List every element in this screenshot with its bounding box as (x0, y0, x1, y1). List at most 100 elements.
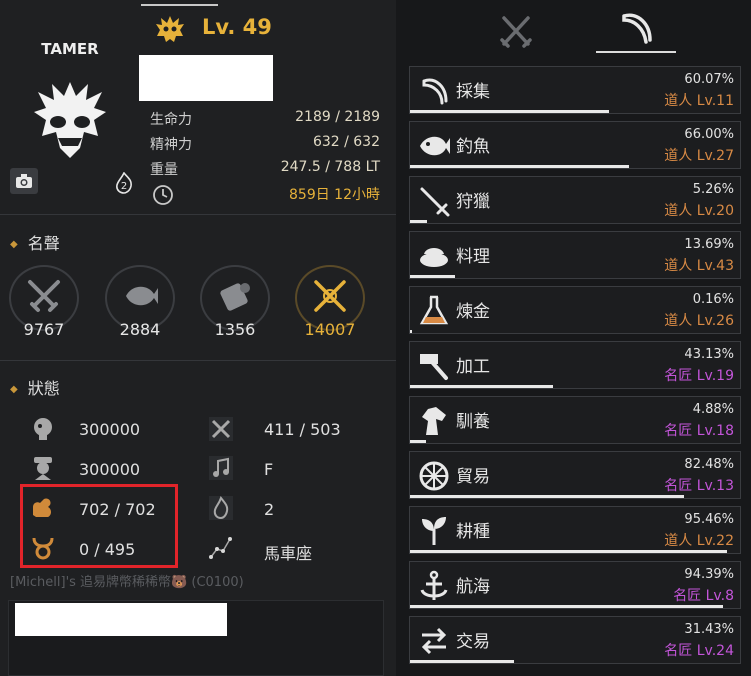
life-skill-progress-bar (410, 550, 727, 553)
fame-title: ◆ 名聲 (10, 234, 60, 253)
exchange-icon (421, 627, 447, 655)
tab-combat[interactable] (486, 8, 546, 54)
life-skill-progress-bar (410, 495, 684, 498)
music-note-icon (209, 456, 233, 480)
life-skill-row[interactable]: 釣魚 66.00% 道人 Lv.27 (409, 121, 741, 169)
life-skill-grade: 道人 Lv.11 (664, 93, 734, 109)
life-skill-row[interactable]: 加工 43.13% 名匠 Lv.19 (409, 341, 741, 389)
life-skill-progress-bar (410, 330, 412, 333)
life-skill-row[interactable]: 航海 94.39% 名匠 Lv.8 (409, 561, 741, 609)
flask-icon (419, 295, 449, 325)
sprout-icon (422, 517, 446, 545)
life-skill-percent: 66.00% (684, 127, 734, 142)
life-skill-percent: 82.48% (684, 457, 734, 472)
fish-icon (126, 286, 158, 306)
fame-total[interactable]: 14007 (290, 262, 370, 342)
status-tools-value: 411 / 503 (264, 420, 341, 439)
life-skill-grade: 名匠 Lv.8 (673, 588, 734, 604)
tools-icon (209, 417, 233, 441)
hammer-icon (420, 354, 448, 380)
horse-icon (422, 407, 446, 435)
life-skill-grade: 名匠 Lv.24 (664, 643, 734, 659)
life-skill-progress-bar (410, 440, 426, 443)
stat-hp: 生命力 2189 / 2189 (150, 109, 380, 128)
sickle-icon (422, 78, 448, 105)
life-skill-grade: 名匠 Lv.19 (664, 368, 734, 384)
life-skill-name: 加工 (456, 357, 490, 377)
fame-combat[interactable]: 9767 (4, 262, 84, 342)
life-skill-grade: 道人 Lv.26 (664, 313, 734, 329)
clock-icon (153, 185, 173, 205)
officer-icon (34, 457, 52, 480)
life-skill-grade: 道人 Lv.43 (664, 258, 734, 274)
character-panel: TAMER 2 Lv. 49 生命力 2189 / 2189 精神力 632 /… (0, 0, 396, 676)
life-skill-percent: 0.16% (692, 292, 734, 307)
tamer-mask-icon (34, 82, 106, 158)
roast-icon (420, 248, 448, 267)
tab-life[interactable] (606, 8, 666, 54)
life-skill-grade: 道人 Lv.20 (664, 203, 734, 219)
constellation-icon (209, 537, 232, 559)
life-skill-row[interactable]: 採集 60.07% 道人 Lv.11 (409, 66, 741, 114)
life-skill-grade: 名匠 Lv.18 (664, 423, 734, 439)
camera-icon (16, 174, 32, 188)
fame-knowledge[interactable]: 1356 (195, 262, 275, 342)
class-name: TAMER (41, 40, 99, 58)
class-emblem-icon (156, 16, 184, 42)
life-skill-row[interactable]: 馴養 4.88% 名匠 Lv.18 (409, 396, 741, 444)
status-title: ◆ 狀態 (10, 379, 60, 398)
life-skill-name: 採集 (456, 82, 490, 102)
awakening-badge-value: 2 (121, 181, 127, 192)
life-skill-percent: 4.88% (692, 402, 734, 417)
life-skill-percent: 5.26% (692, 182, 734, 197)
crossed-gold-icon (314, 280, 346, 312)
stat-playtime: 859日 12小時 (150, 184, 380, 206)
life-skill-row[interactable]: 貿易 82.48% 名匠 Lv.13 (409, 451, 741, 499)
screenshot-button[interactable] (10, 168, 38, 194)
life-skill-name: 耕種 (456, 522, 490, 542)
head-icon (34, 418, 52, 440)
life-skill-row[interactable]: 狩獵 5.26% 道人 Lv.20 (409, 176, 741, 224)
status-contribution-value: 300000 (79, 420, 141, 439)
life-skill-percent: 60.07% (684, 72, 734, 87)
tab-underline (596, 51, 676, 53)
life-skill-progress-bar (410, 110, 609, 113)
life-skill-progress-bar (410, 605, 723, 608)
life-skill-row[interactable]: 料理 13.69% 道人 Lv.43 (409, 231, 741, 279)
life-skill-percent: 95.46% (684, 512, 734, 527)
life-skill-row[interactable]: 交易 31.43% 名匠 Lv.24 (409, 616, 741, 664)
life-skill-percent: 94.39% (684, 567, 734, 582)
life-skill-progress-bar (410, 220, 427, 223)
life-skill-grade: 名匠 Lv.13 (664, 478, 734, 494)
life-skill-row[interactable]: 煉金 0.16% 道人 Lv.26 (409, 286, 741, 334)
character-level: Lv. 49 (202, 15, 272, 39)
stat-mp: 精神力 632 / 632 (150, 134, 380, 153)
dagger-icon (420, 187, 450, 217)
flame-icon (209, 495, 233, 520)
life-skill-name: 料理 (456, 247, 490, 267)
life-skill-progress-bar (410, 660, 514, 663)
status-officer-value: 300000 (79, 460, 141, 479)
swords-icon (28, 280, 60, 312)
header-underline (141, 4, 218, 6)
life-skill-percent: 13.69% (684, 237, 734, 252)
fish-icon (420, 136, 450, 156)
background-message: [Michell]'s 追易牌幣稀稀幣🐻 (C0100) (10, 575, 244, 590)
redacted-name (139, 55, 273, 101)
life-skill-row[interactable]: 耕種 95.46% 道人 Lv.22 (409, 506, 741, 554)
life-skill-name: 航海 (456, 577, 490, 597)
life-skill-name: 煉金 (456, 302, 490, 322)
life-skill-name: 交易 (456, 632, 490, 652)
life-skill-percent: 31.43% (684, 622, 734, 637)
life-skill-progress-bar (410, 385, 553, 388)
status-constellation-value: 馬車座 (264, 544, 313, 563)
fame-life[interactable]: 2884 (100, 262, 180, 342)
life-skill-name: 狩獵 (456, 192, 490, 212)
life-skill-progress-bar (410, 165, 629, 168)
life-skill-progress-bar (410, 275, 455, 278)
life-skill-grade: 道人 Lv.22 (664, 533, 734, 549)
anchor-icon (420, 570, 448, 600)
wheel-icon (419, 461, 449, 491)
status-flame-value: 2 (264, 500, 275, 519)
life-skill-percent: 43.13% (684, 347, 734, 362)
